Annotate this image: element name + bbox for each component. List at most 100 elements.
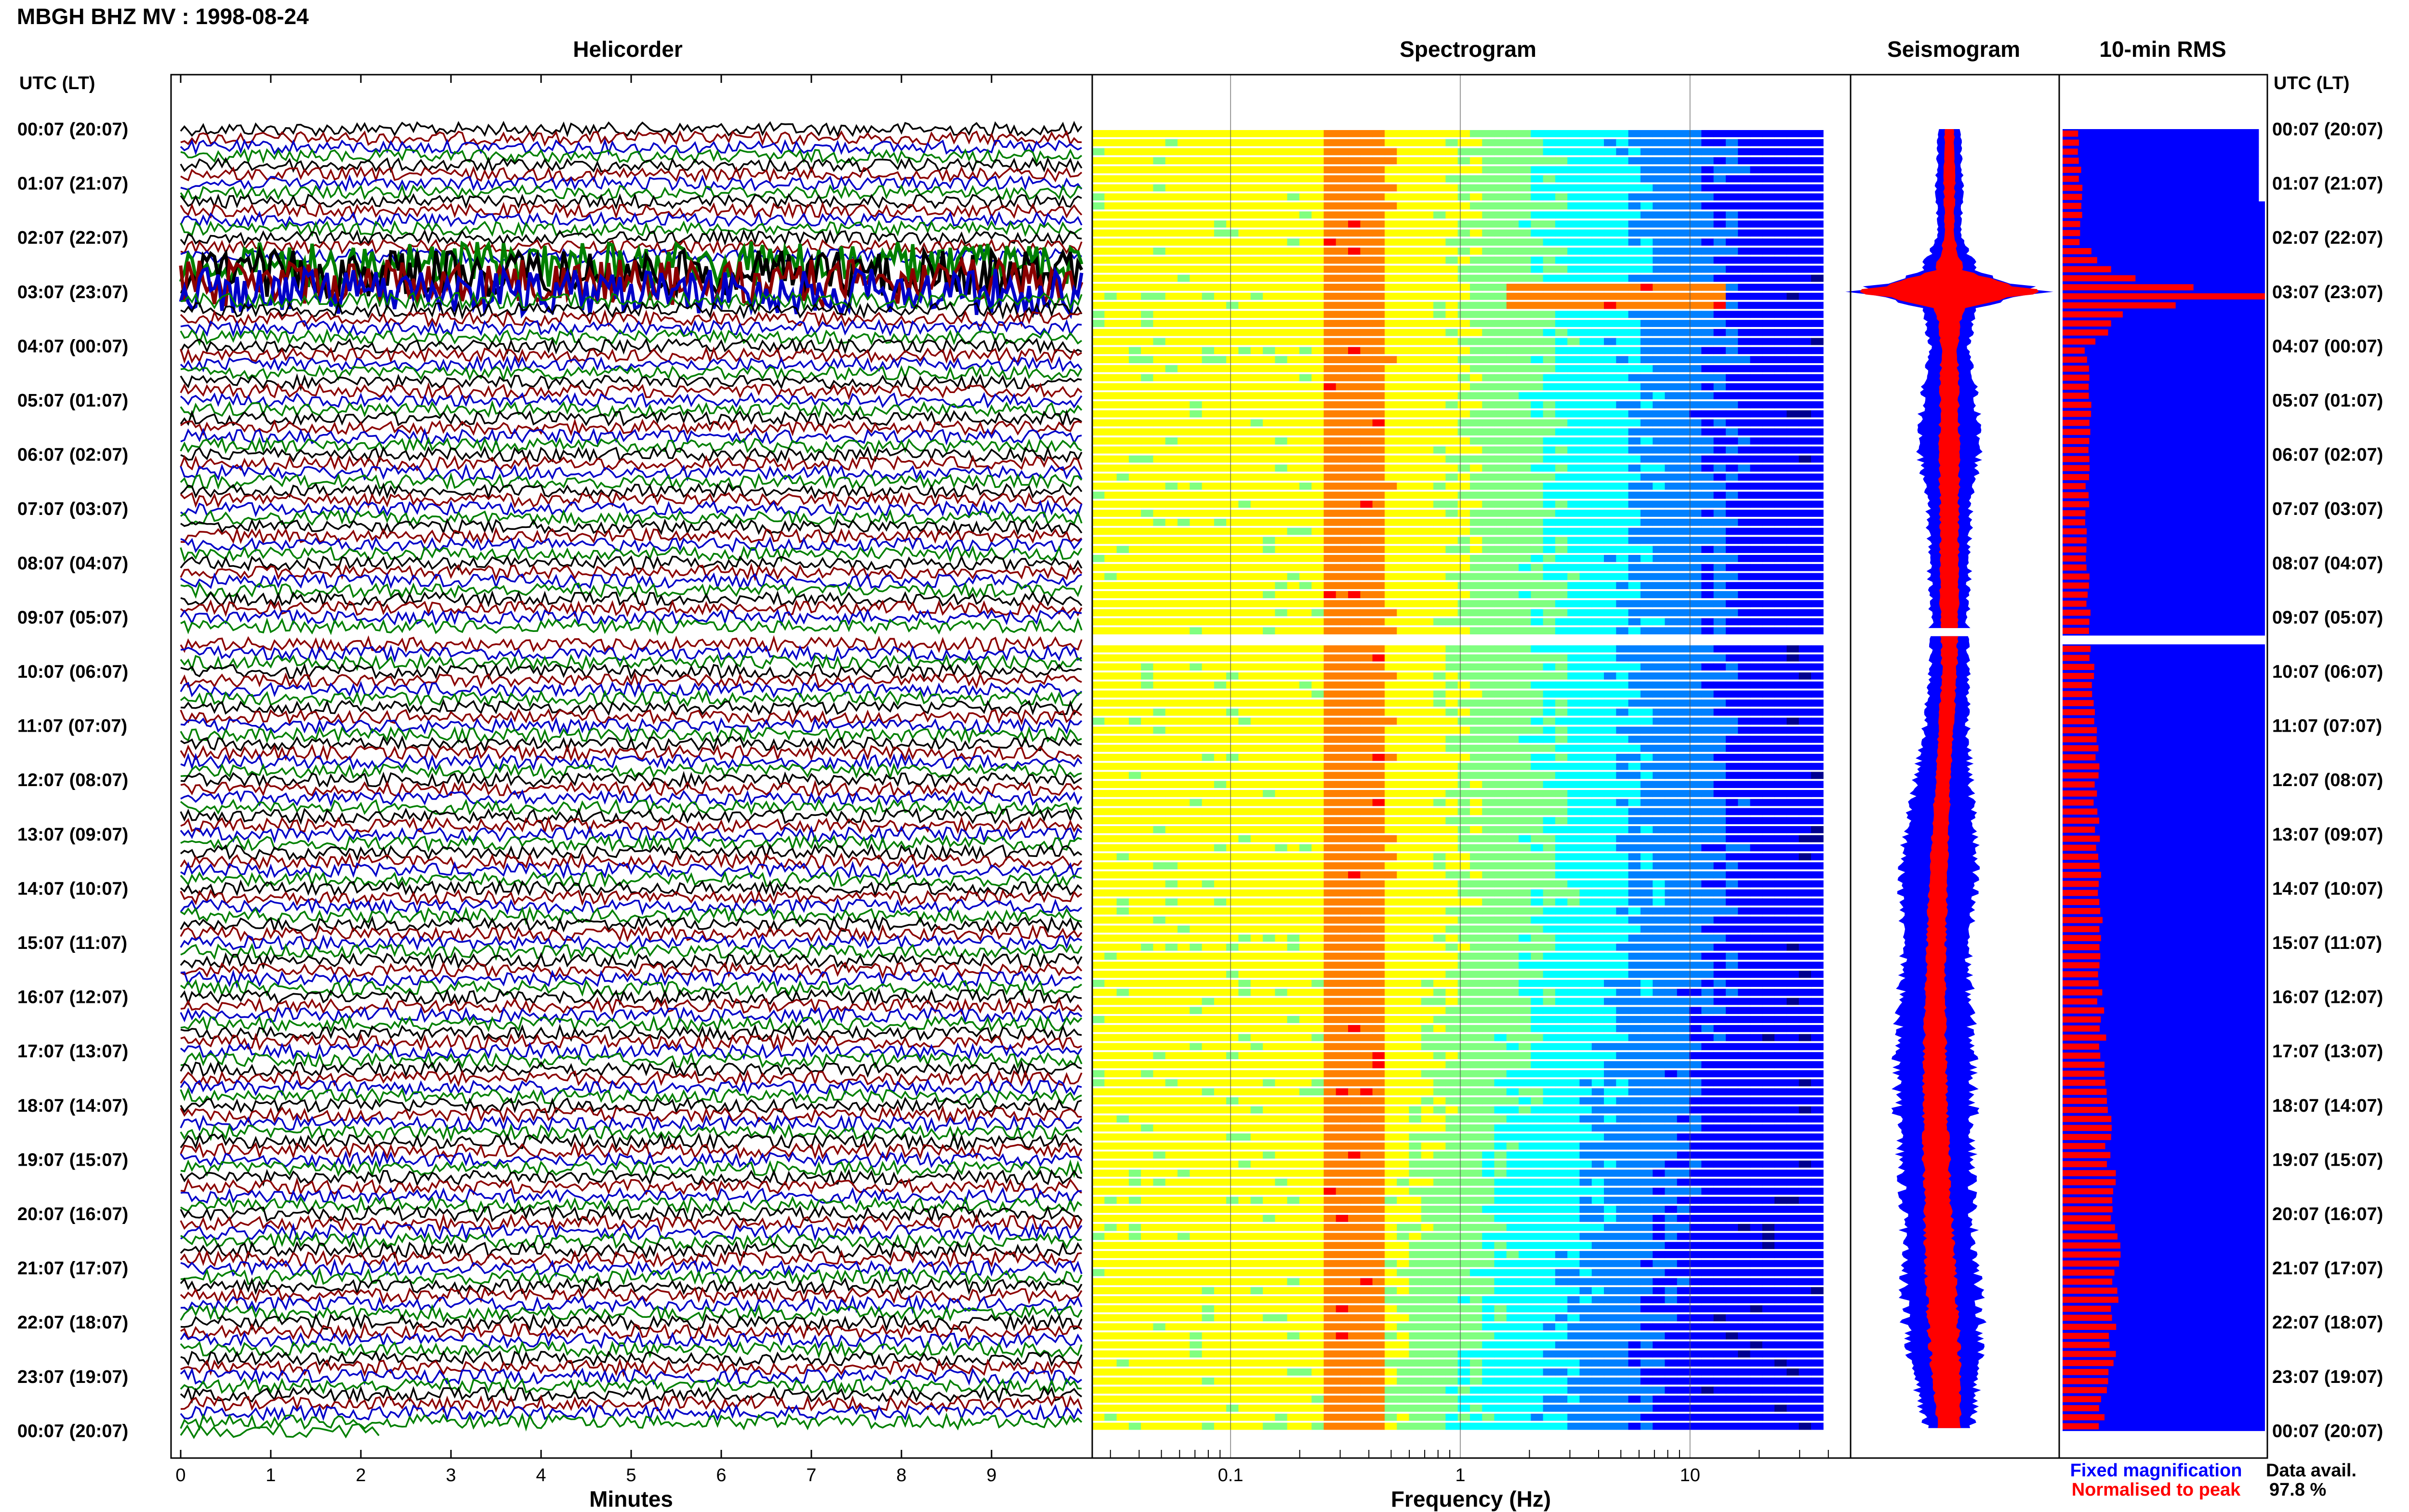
spectrogram-cell (1653, 753, 1666, 761)
spectrogram-cell (1689, 446, 1702, 454)
spectrogram-cell (1787, 329, 1800, 336)
spectrogram-cell (1409, 790, 1422, 797)
spectrogram-cell (1653, 491, 1666, 499)
spectrogram-cell (1787, 392, 1800, 399)
spectrogram-cell (1178, 808, 1190, 815)
spectrogram-cell (1360, 826, 1373, 833)
spectrogram-cell (1591, 464, 1604, 472)
spectrogram-cell (1104, 491, 1117, 499)
spectrogram-cell (1689, 211, 1702, 219)
spectrogram-cell (1336, 220, 1349, 228)
spectrogram-cell (1811, 338, 1824, 345)
spectrogram-cell (1616, 645, 1629, 653)
spectrogram-cell (1153, 681, 1166, 689)
spectrogram-cell (1482, 772, 1495, 779)
spectrogram-cell (1263, 175, 1275, 183)
spectrogram-cell (1360, 844, 1373, 852)
spectrogram-cell (1725, 763, 1738, 770)
spectrogram-cell (1178, 862, 1190, 869)
spectrogram-cell (1519, 193, 1531, 201)
spectrogram-cell (1409, 437, 1422, 445)
spectrogram-cell (1116, 672, 1129, 680)
spectrogram-cell (1811, 419, 1824, 427)
spectrogram-cell (1263, 365, 1275, 372)
spectrogram-cell (1762, 546, 1775, 553)
spectrogram-cell (1543, 292, 1556, 300)
spectrogram-cell (1799, 753, 1812, 761)
spectrogram-cell (1311, 844, 1324, 852)
spectrogram-cell (1116, 311, 1129, 318)
spectrogram-cell (1275, 690, 1288, 698)
spectrogram-cell (1409, 148, 1422, 156)
spectrogram-cell (1128, 600, 1141, 607)
spectrogram-cell (1567, 654, 1580, 662)
spectrogram-cell (1494, 265, 1507, 273)
spectrogram-cell (1263, 428, 1275, 436)
spectrogram-cell (1689, 473, 1702, 481)
spectrogram-cell (1433, 790, 1446, 797)
spectrogram-cell (1360, 510, 1373, 517)
spectrogram-cell (1445, 292, 1458, 300)
spectrogram-cell (1701, 745, 1714, 752)
spectrogram-cell (1725, 265, 1738, 273)
spectrogram-cell (1494, 320, 1507, 327)
spectrogram-cell (1579, 401, 1592, 408)
spectrogram-cell (1579, 627, 1592, 634)
spectrogram-cell (1543, 591, 1556, 598)
spectrogram-cell (1263, 275, 1275, 282)
spectrogram-cell (1324, 365, 1337, 372)
spectrogram-cell (1713, 356, 1726, 363)
spectrogram-cell (1311, 564, 1324, 571)
spectrogram-cell (1653, 672, 1666, 680)
spectrogram-cell (1348, 510, 1361, 517)
spectrogram-cell (1141, 473, 1153, 481)
spectrogram-cell (1713, 248, 1726, 255)
spectrogram-cell (1616, 220, 1629, 228)
spectrogram-cell (1397, 690, 1410, 698)
spectrogram-cell (1811, 356, 1824, 363)
spectrogram-cell (1774, 844, 1787, 852)
spectrogram-cell (1165, 690, 1178, 698)
spectrogram-cell (1104, 627, 1117, 634)
spectrogram-cell (1372, 763, 1385, 770)
spectrogram-cell (1153, 302, 1166, 309)
spectrogram-cell (1275, 799, 1288, 806)
spectrogram-cell (1092, 491, 1105, 499)
spectrogram-cell (1482, 510, 1495, 517)
spectrogram-cell (1787, 220, 1800, 228)
spectrogram-cell (1506, 564, 1519, 571)
spectrogram-cell (1287, 654, 1300, 662)
spectrogram-cell (1506, 582, 1519, 590)
spectrogram-cell (1372, 564, 1385, 571)
spectrogram-cell (1433, 473, 1446, 481)
spectrogram-cell (1616, 835, 1629, 842)
spectrogram-cell (1628, 202, 1641, 210)
spectrogram-cell (1202, 799, 1215, 806)
spectrogram-cell (1750, 817, 1763, 825)
spectrogram-cell (1141, 663, 1153, 671)
spectrogram-cell (1738, 826, 1751, 833)
spectrogram-cell (1738, 672, 1751, 680)
spectrogram-cell (1519, 356, 1531, 363)
spectrogram-cell (1799, 726, 1812, 734)
spectrogram-cell (1324, 193, 1337, 201)
spectrogram-cell (1506, 835, 1519, 842)
spectrogram-cell (1287, 220, 1300, 228)
spectrogram-cell (1482, 826, 1495, 833)
spectrogram-cell (1640, 817, 1653, 825)
spectrogram-cell (1336, 148, 1349, 156)
spectrogram-cell (1202, 347, 1215, 355)
spectrogram-cell (1445, 248, 1458, 255)
spectrogram-cell (1653, 428, 1666, 436)
spectrogram-cell (1555, 745, 1568, 752)
spectrogram-cell (1104, 690, 1117, 698)
spectrogram-cell (1738, 717, 1751, 725)
spectrogram-cell (1738, 428, 1751, 436)
spectrogram-cell (1226, 302, 1239, 309)
spectrogram-cell (1591, 844, 1604, 852)
spectrogram-cell (1543, 139, 1556, 146)
spectrogram-cell (1226, 645, 1239, 653)
spectrogram-cell (1519, 184, 1531, 192)
spectrogram-cell (1579, 446, 1592, 454)
spectrogram-cell (1372, 627, 1385, 634)
